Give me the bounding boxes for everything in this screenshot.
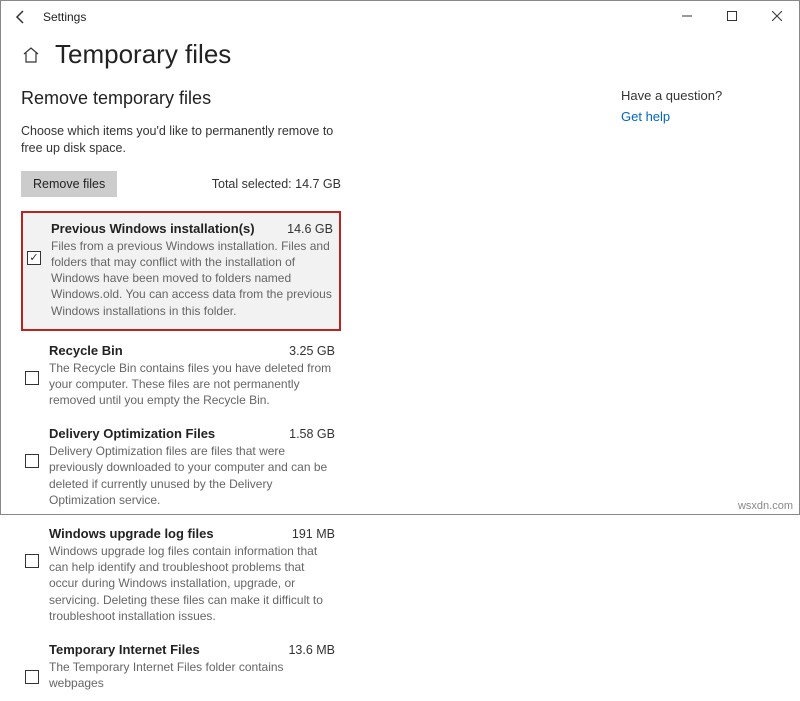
- item-size: 3.25 GB: [289, 344, 335, 358]
- total-selected-label: Total selected: 14.7 GB: [212, 177, 341, 191]
- page-title: Temporary files: [55, 39, 231, 70]
- item-description: Delivery Optimization files are files th…: [49, 443, 335, 508]
- file-item: Temporary Internet Files 13.6 MB The Tempo…: [21, 634, 341, 701]
- item-body: Recycle Bin 3.25 GB The Recycle Bin contai…: [43, 343, 335, 409]
- item-checkbox[interactable]: [25, 371, 39, 385]
- section-heading: Remove temporary files: [21, 88, 341, 109]
- item-body: Previous Windows installation(s) 14.6 GB F…: [45, 221, 333, 319]
- window-controls: [664, 1, 799, 31]
- watermark: wsxdn.com: [738, 500, 793, 512]
- checkbox-wrap: [25, 642, 43, 684]
- file-item: ✓ Previous Windows installation(s) 14.6 GB…: [21, 211, 341, 331]
- page-header: Temporary files: [1, 33, 799, 88]
- item-size: 14.6 GB: [287, 222, 333, 236]
- item-title: Delivery Optimization Files: [49, 426, 215, 441]
- item-head: Previous Windows installation(s) 14.6 GB: [51, 221, 333, 236]
- back-button[interactable]: [7, 3, 35, 31]
- item-checkbox[interactable]: ✓: [27, 251, 41, 265]
- maximize-button[interactable]: [709, 1, 754, 31]
- item-title: Previous Windows installation(s): [51, 221, 255, 236]
- item-head: Delivery Optimization Files 1.58 GB: [49, 426, 335, 441]
- item-checkbox[interactable]: [25, 454, 39, 468]
- minimize-button[interactable]: [664, 1, 709, 31]
- item-head: Windows upgrade log files 191 MB: [49, 526, 335, 541]
- main-column: Remove temporary files Choose which item…: [21, 88, 341, 701]
- item-title: Temporary Internet Files: [49, 642, 200, 657]
- file-item: Windows upgrade log files191 MBWindows u…: [21, 518, 341, 634]
- file-list: ✓ Previous Windows installation(s) 14.6 GB…: [21, 211, 341, 701]
- checkbox-wrap: [25, 343, 43, 385]
- item-title: Recycle Bin: [49, 343, 123, 358]
- title-bar: Settings: [1, 1, 799, 33]
- item-description: The Recycle Bin contains files you have …: [49, 360, 335, 409]
- item-checkbox[interactable]: [25, 670, 39, 684]
- home-button[interactable]: [21, 45, 41, 65]
- item-body: Temporary Internet Files 13.6 MB The Tempo…: [43, 642, 335, 691]
- item-size: 191 MB: [292, 527, 335, 541]
- content-area: Remove temporary files Choose which item…: [1, 88, 799, 701]
- item-head: Temporary Internet Files 13.6 MB: [49, 642, 335, 657]
- file-item: Recycle Bin 3.25 GB The Recycle Bin contai…: [21, 335, 341, 419]
- action-row: Remove files Total selected: 14.7 GB: [21, 171, 341, 197]
- item-body: Delivery Optimization Files1.58 GBDelive…: [43, 426, 335, 508]
- item-size: 13.6 MB: [288, 643, 335, 657]
- checkbox-wrap: ✓: [27, 221, 45, 265]
- item-description: Files from a previous Windows installati…: [51, 238, 333, 319]
- get-help-link[interactable]: Get help: [621, 109, 722, 124]
- item-title: Windows upgrade log files: [49, 526, 214, 541]
- file-item: Delivery Optimization Files1.58 GBDelive…: [21, 418, 341, 518]
- item-description: Windows upgrade log files contain inform…: [49, 543, 335, 624]
- item-head: Recycle Bin 3.25 GB: [49, 343, 335, 358]
- remove-files-button[interactable]: Remove files: [21, 171, 117, 197]
- close-button[interactable]: [754, 1, 799, 31]
- home-icon: [22, 46, 40, 64]
- checkbox-wrap: [25, 526, 43, 568]
- item-checkbox[interactable]: [25, 554, 39, 568]
- back-arrow-icon: [13, 9, 29, 25]
- item-description: The Temporary Internet Files folder cont…: [49, 659, 335, 691]
- help-sidebar: Have a question? Get help: [621, 88, 722, 701]
- window-title: Settings: [43, 10, 86, 24]
- checkbox-wrap: [25, 426, 43, 468]
- minimize-icon: [682, 11, 692, 21]
- item-size: 1.58 GB: [289, 427, 335, 441]
- item-body: Windows upgrade log files191 MBWindows u…: [43, 526, 335, 624]
- help-question: Have a question?: [621, 88, 722, 103]
- instruction-text: Choose which items you'd like to permane…: [21, 123, 341, 157]
- maximize-icon: [727, 11, 737, 21]
- close-icon: [772, 11, 782, 21]
